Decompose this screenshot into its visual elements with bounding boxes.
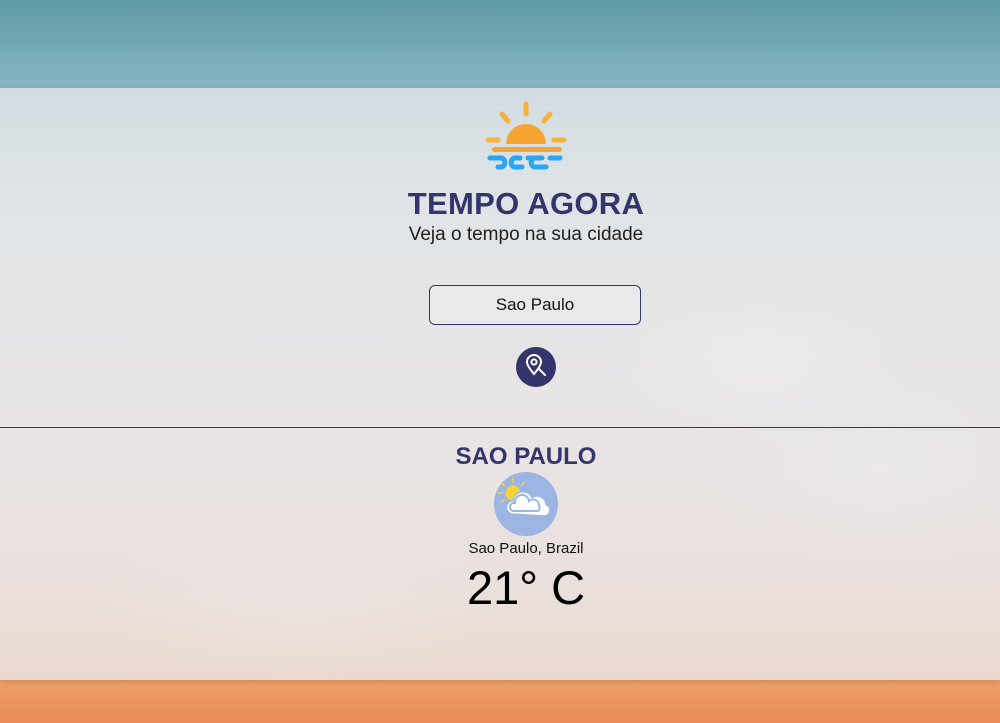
page-title: TEMPO AGORA <box>407 186 645 221</box>
section-divider <box>0 427 1000 428</box>
city-heading: SAO PAULO <box>455 443 597 470</box>
temperature-value: 21° C <box>466 561 586 614</box>
partly-cloudy-icon <box>494 472 558 536</box>
page-subtitle: Veja o tempo na sua cidade <box>408 224 644 245</box>
search-button[interactable] <box>516 347 556 387</box>
city-search-input[interactable] <box>429 285 641 325</box>
location-search-icon <box>525 354 546 376</box>
sun-over-waves-icon <box>485 101 567 170</box>
location-label: Sao Paulo, Brazil <box>468 540 584 557</box>
